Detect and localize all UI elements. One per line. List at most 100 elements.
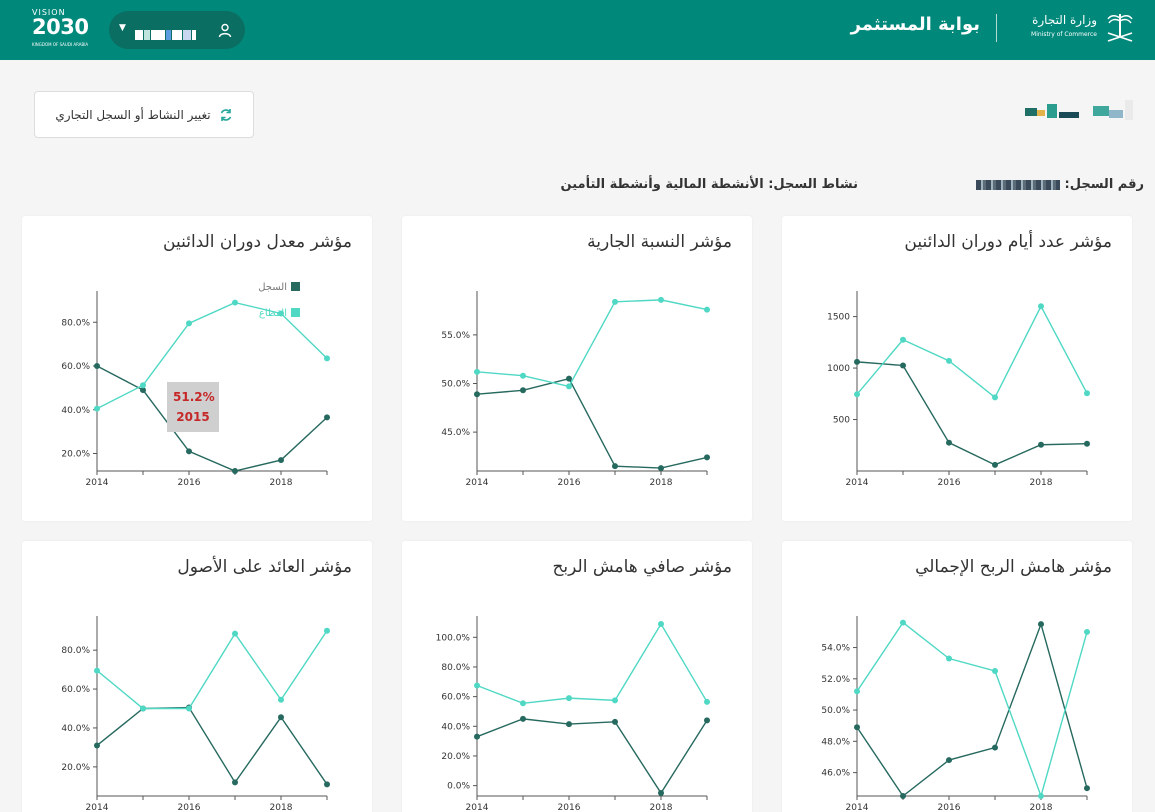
data-point (232, 299, 238, 306)
data-point (1038, 303, 1044, 310)
data-point (232, 468, 238, 474)
data-point (232, 630, 238, 637)
data-point (474, 391, 480, 398)
x-tick-label: 2018 (650, 478, 673, 488)
company-name-masked (1025, 100, 1133, 120)
line-chart: 20.0% 40.0% 60.0% 80.0% 2014 2016 2018 السجل الق… (61, 282, 330, 488)
user-menu-button[interactable]: ▼ (109, 11, 245, 49)
data-point (324, 355, 330, 362)
data-point (94, 742, 100, 749)
reg-label: رقم السجل: (1064, 177, 1144, 192)
data-point (900, 336, 906, 343)
x-tick-label: 2016 (558, 803, 581, 812)
line-chart: 45.0% 50.0% 55.0% 2014 2016 2018 (441, 291, 710, 488)
y-tick-label: 500 (833, 416, 850, 426)
chart-card-current-ratio: مؤشر النسبة الجارية 45.0% 50.0% 55.0% 2014 2… (402, 216, 752, 521)
x-tick-label: 2014 (466, 803, 489, 812)
data-point (94, 363, 100, 369)
legend-swatch (291, 282, 300, 291)
data-point (704, 306, 710, 313)
data-point (900, 362, 906, 369)
data-point (566, 695, 572, 702)
data-point (992, 394, 998, 401)
y-tick-label: 60.0% (61, 685, 90, 695)
y-tick-label: 55.0% (441, 331, 470, 341)
data-point (278, 457, 284, 464)
data-point (946, 357, 952, 364)
tooltip-year: 2015 (176, 410, 210, 424)
data-point (992, 744, 998, 751)
series-line-sector (476, 622, 708, 705)
data-point (324, 627, 330, 634)
y-tick-label: 45.0% (441, 428, 470, 438)
data-point (612, 463, 618, 470)
data-point (900, 793, 906, 799)
y-tick-label: 54.0% (821, 644, 850, 654)
ministry-logo: وزارة التجارة Ministry of Commerce (1028, 10, 1143, 50)
vision-logo-year: 2030 (32, 15, 89, 39)
y-tick-label: 1500 (827, 313, 850, 323)
series-line-sector (476, 299, 708, 388)
y-tick-label: 80.0% (61, 646, 90, 656)
change-activity-label: تغيير النشاط أو السجل التجاري (55, 107, 211, 122)
y-tick-label: 0.0% (447, 782, 470, 792)
y-tick-label: 100.0% (436, 633, 471, 643)
data-point (658, 465, 664, 472)
data-point (474, 682, 480, 689)
x-tick-label: 2016 (178, 803, 201, 812)
palm-swords-emblem-icon (1107, 14, 1133, 42)
data-point (1084, 785, 1090, 792)
data-point (140, 382, 146, 389)
y-tick-label: 50.0% (821, 706, 850, 716)
data-point (566, 375, 572, 382)
y-tick-label: 60.0% (61, 362, 90, 372)
x-tick-label: 2016 (558, 478, 581, 488)
data-point (140, 705, 146, 712)
x-tick-label: 2014 (846, 478, 869, 488)
data-point (94, 667, 100, 674)
data-point (1084, 440, 1090, 447)
data-point (186, 705, 192, 712)
legend-label: القطاع (259, 308, 287, 319)
data-point (1084, 390, 1090, 397)
change-activity-button[interactable]: تغيير النشاط أو السجل التجاري (34, 91, 254, 138)
series-line-record (856, 621, 1088, 798)
data-point (946, 757, 952, 764)
user-icon (218, 23, 232, 38)
data-point (658, 620, 664, 627)
vision-logo-sub: KINGDOM OF SAUDI ARABIA (32, 42, 89, 47)
registration-number: رقم السجل: (972, 177, 1144, 192)
x-tick-label: 2018 (1030, 478, 1053, 488)
line-chart: 20.0% 40.0% 60.0% 80.0% 2014 2016 2018 (61, 616, 330, 812)
header-divider (996, 14, 997, 42)
data-point (520, 715, 526, 722)
data-point (474, 368, 480, 375)
chart-card-payables-days: مؤشر عدد أيام دوران الدائنين 500 1000 1500… (782, 216, 1132, 521)
data-point (854, 688, 860, 695)
ministry-name-en: Ministry of Commerce (1031, 31, 1097, 38)
y-tick-label: 48.0% (821, 737, 850, 747)
refresh-icon (220, 108, 231, 121)
data-point (854, 724, 860, 731)
x-tick-label: 2018 (1030, 803, 1053, 812)
y-tick-label: 52.0% (821, 675, 850, 685)
data-point (520, 387, 526, 394)
x-tick-label: 2014 (86, 803, 109, 812)
data-point (520, 372, 526, 379)
data-point (946, 655, 952, 662)
line-chart: 0.0% 20.0% 40.0% 60.0% 80.0% 100.0% 2014 2016 20… (436, 616, 710, 812)
y-tick-label: 80.0% (61, 318, 90, 328)
series-line-record (96, 706, 328, 785)
chart-tooltip: 51.2% 2015 (167, 382, 219, 432)
tooltip-value: 51.2% (173, 390, 215, 404)
data-point (1038, 793, 1044, 799)
data-point (186, 448, 192, 455)
x-tick-label: 2014 (86, 478, 109, 488)
data-point (946, 439, 952, 446)
data-point (1038, 441, 1044, 448)
data-point (658, 790, 664, 797)
data-point (278, 714, 284, 721)
caret-down-icon: ▼ (119, 23, 126, 33)
data-point (324, 414, 330, 421)
data-point (704, 698, 710, 705)
